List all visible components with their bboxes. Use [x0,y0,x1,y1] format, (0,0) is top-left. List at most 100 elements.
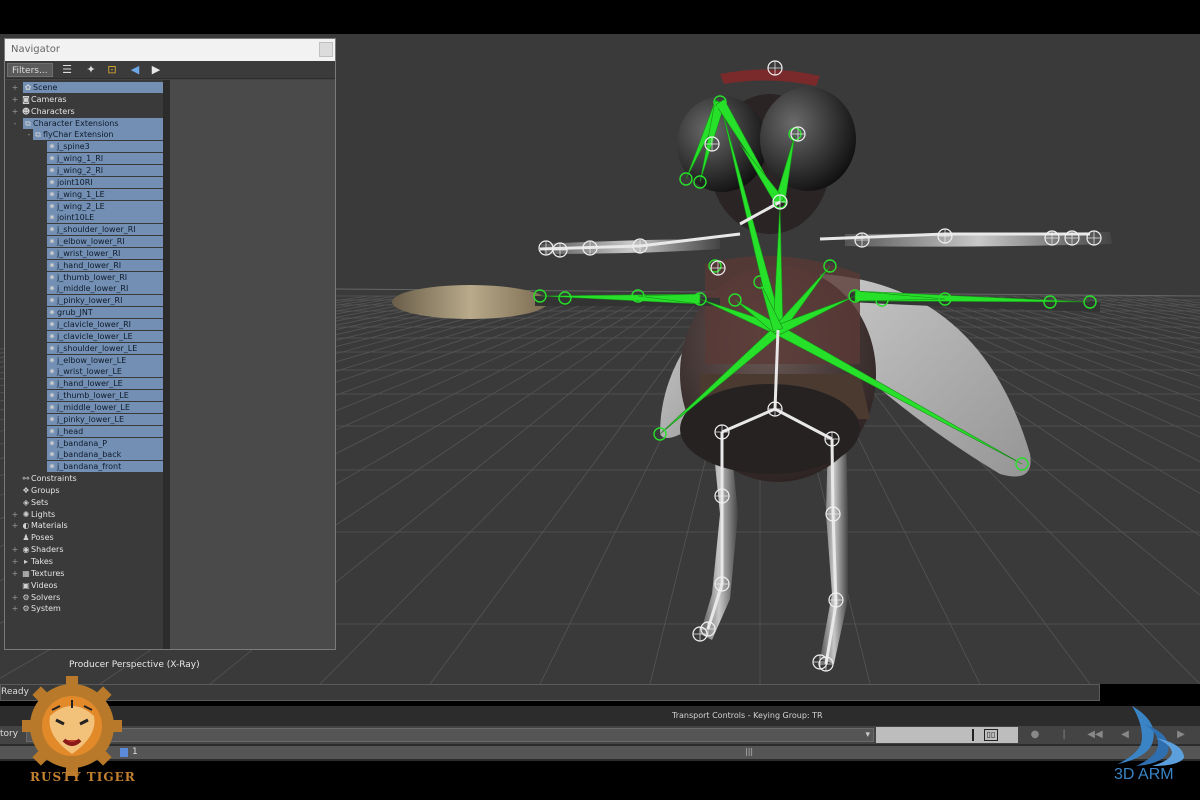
tree-item[interactable]: ✺ Lights [21,509,163,520]
tree-item[interactable]: ✷ j_wing_1_RI [47,153,163,165]
timeline[interactable]: 1 ||| [0,744,1200,761]
video-icon: ▣ [22,580,30,590]
extension-icon: ⧉ [35,130,41,140]
tree-item[interactable]: ▸ Takes [21,556,163,567]
joint-icon: ✷ [48,391,56,401]
list-view-icon[interactable]: ☰ [59,63,75,77]
tree-item[interactable]: ✷ j_elbow_lower_RI [47,236,163,248]
tree-expander-icon[interactable]: + [11,94,19,105]
filters-button[interactable]: Filters... [7,63,53,77]
tree-item-label: j_clavicle_lower_RI [57,320,132,329]
tree-item[interactable]: ✷ j_clavicle_lower_RI [47,319,163,330]
tree-item[interactable]: ✷ j_head [47,425,163,437]
grid-line [997,295,1200,345]
select-filter-icon[interactable]: ✦ [83,63,99,77]
step-back-icon[interactable]: ◀◀ [1086,727,1104,743]
tree-item-label: j_wing_2_LE [57,201,105,211]
tree-item[interactable]: ▣Videos [21,580,163,591]
tree-expander-icon[interactable]: + [11,509,19,520]
tree-expander-icon[interactable]: + [11,603,19,614]
tree-item[interactable]: ✷ j_bandana_front [47,461,163,473]
tree-item[interactable]: ❖Groups [21,485,163,496]
tree-item[interactable]: ✷ joint10RI [47,176,163,188]
tree-expander-icon[interactable]: + [11,556,19,567]
tree-item-label: Materials [31,521,68,531]
navigator-titlebar[interactable]: Navigator [5,39,335,61]
tree-item[interactable]: ✷ j_thumb_lower_LE [47,390,163,402]
tree-item[interactable]: ⚙System [21,603,163,614]
tree-item[interactable]: ✷ j_pinky_lower_RI [47,295,163,307]
tree-item[interactable]: ✷ j_middle_lower_LE [47,401,163,413]
tree-item[interactable]: ◐ Materials [21,520,163,531]
tree-item-label: j_bandana_back [57,450,122,460]
lock-icon[interactable]: ⊡ [104,63,120,77]
scene-tree[interactable]: + ✿ Scene + ◙Cameras + ☻Characters - ⧉ Character … [5,80,164,649]
tree-item[interactable]: ✷ j_middle_lower_RI [47,283,163,295]
tree-item[interactable]: ✷ j_wing_2_LE [47,200,163,212]
status-bar: Ready [0,684,1100,701]
tree-item[interactable]: ✷ j_clavicle_lower_LE [47,330,163,342]
playback-speed-slider[interactable]: ▯▯ [876,727,1018,743]
tree-expander-icon[interactable]: + [11,520,19,531]
tree-item[interactable]: ✷ j_thumb_lower_RI [47,271,163,283]
tree-item[interactable]: ⧉ Character Extensions [23,117,163,129]
grid-line [1053,295,1200,325]
tree-item[interactable]: ✷ j_hand_lower_LE [47,378,163,390]
tree-item-label: Solvers [31,592,61,602]
joint-icon: ✷ [48,225,56,235]
tree-expander-icon[interactable]: + [11,82,19,93]
tree-item[interactable]: ✷ j_shoulder_lower_LE [47,342,163,354]
tree-item[interactable]: ✷ grub_JNT [47,307,163,319]
tree-item[interactable]: ⧉ flyChar Extension [33,129,163,141]
tree-item[interactable]: ✷ j_wrist_lower_LE [47,366,163,378]
tree-item-label: j_hand_lower_LE [57,379,123,389]
go-to-start-icon[interactable]: |◀◀ [1055,727,1073,756]
tree-item[interactable]: ☻Characters [21,106,163,117]
slider-handle[interactable] [972,729,974,741]
tree-item-label: Characters [31,106,75,116]
tree-item[interactable]: ✷ j_elbow_lower_LE [47,354,163,366]
tree-expander-icon[interactable]: + [11,568,19,579]
tree-item[interactable]: ✷ j_pinky_lower_LE [47,413,163,425]
tree-item[interactable]: ✷ j_wing_1_LE [47,188,163,200]
tree-item[interactable]: ✷ j_bandana_back [47,449,163,461]
tree-expander-icon[interactable]: + [11,592,19,603]
joint-icon: ✷ [48,308,56,318]
back-arrow-icon[interactable]: ◀ [127,63,143,77]
tree-item[interactable]: ✷ j_wrist_lower_RI [47,247,163,259]
tree-item[interactable]: ◉ Shaders [21,544,163,555]
tree-item-label: Scene [33,83,58,92]
loop-icon[interactable]: ▯▯ [984,729,998,741]
tree-expander-icon[interactable]: - [25,129,33,140]
tree-item[interactable]: ✷ j_shoulder_lower_RI [47,224,163,236]
tree-item[interactable]: ⚙Solvers [21,592,163,603]
texture-icon: ▦ [22,568,30,578]
tree-item[interactable]: ✷ j_hand_lower_RI [47,259,163,271]
close-icon[interactable] [319,42,333,57]
tree-item[interactable]: ✷ j_bandana_P [47,437,163,449]
tree-item-label: j_middle_lower_RI [57,284,129,294]
forward-arrow-icon[interactable]: ▶ [148,63,164,77]
tree-expander-icon[interactable]: - [11,118,19,129]
tree-item[interactable]: ♟Poses [21,532,163,543]
tree-item[interactable]: ✷ joint10LE [47,212,163,224]
tree-item[interactable]: ◙Cameras [21,94,163,105]
system-icon: ⚙ [22,604,30,614]
tree-expander-icon[interactable]: + [11,106,19,117]
constraint-icon: ⚯ [22,474,30,484]
tree-item[interactable]: ⚯ Constraints [21,473,163,484]
story-label: tory [0,729,19,739]
tree-expander-icon[interactable]: + [11,544,19,555]
record-icon[interactable]: ● [1026,727,1044,743]
tree-item[interactable]: ✿ Scene [23,82,163,93]
tree-item[interactable]: ✷ j_spine3 [47,141,163,153]
tree-item[interactable]: ✷ j_wing_2_RI [47,164,163,176]
grid-line [429,295,719,684]
tree-item[interactable]: ▦Textures [21,568,163,579]
timeline-track[interactable]: 1 ||| [0,746,1200,759]
tree-item-label: j_thumb_lower_RI [57,272,128,282]
take-dropdown[interactable]: ▾ [26,728,874,742]
grid-line [319,295,705,684]
tree-item[interactable]: ◈ Sets [21,497,163,508]
joint-icon: ✷ [48,142,56,152]
